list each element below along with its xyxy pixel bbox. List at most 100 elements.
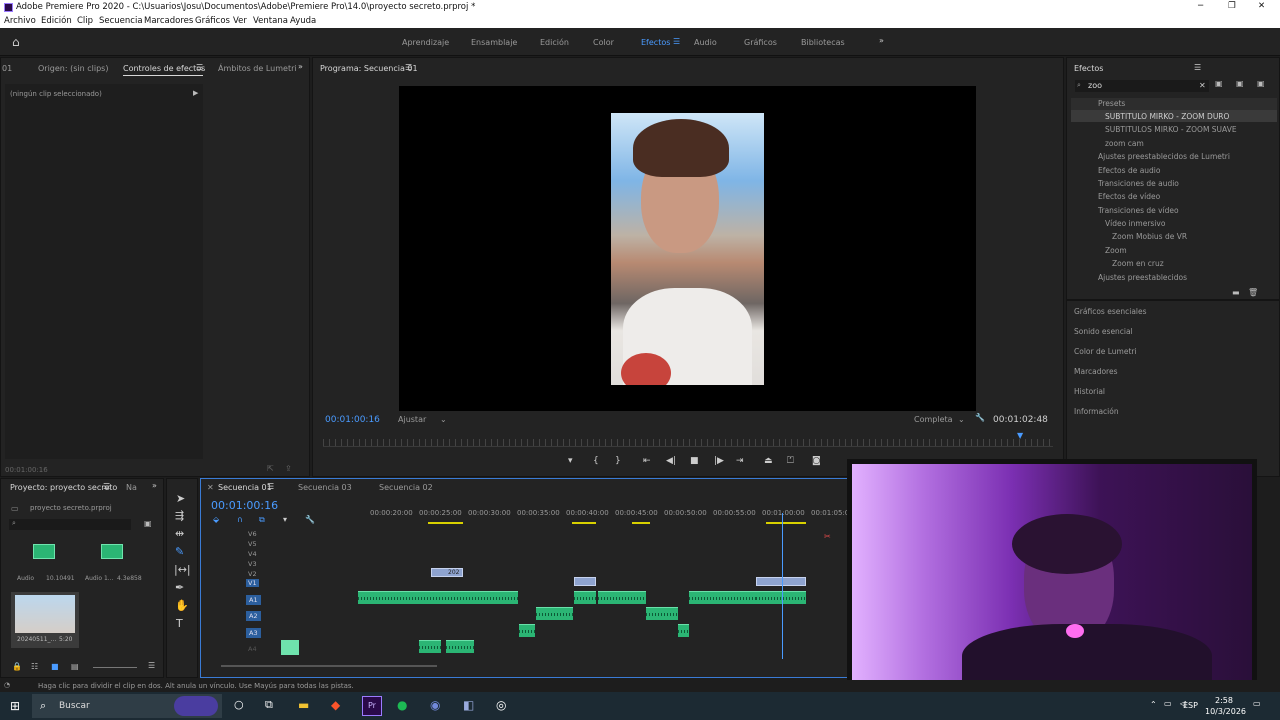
- folder-ajustes-preestablecidos[interactable]: Ajustes preestablecidos: [1098, 273, 1187, 282]
- notifications-icon[interactable]: ▭: [1253, 699, 1261, 708]
- selection-tool-icon[interactable]: ➤: [176, 492, 185, 505]
- track-v4[interactable]: V4: [248, 550, 257, 558]
- video-clip[interactable]: [574, 577, 596, 586]
- video-clip[interactable]: 202: [431, 568, 463, 577]
- trash-icon[interactable]: 🗑: [1248, 288, 1258, 297]
- new-bin-icon[interactable]: ▬: [1232, 288, 1240, 297]
- brave-icon[interactable]: ◆: [331, 698, 340, 712]
- freeform-view-icon[interactable]: ▤: [71, 662, 79, 671]
- fit-dropdown-arrow-icon[interactable]: ⌄: [440, 415, 447, 424]
- track-a3[interactable]: A3: [246, 628, 261, 638]
- effects-menu-icon[interactable]: ☰: [1194, 63, 1201, 72]
- panel-marcadores[interactable]: Marcadores: [1074, 367, 1118, 376]
- tab-01[interactable]: 01: [2, 64, 12, 73]
- camera-icon[interactable]: ◙: [812, 456, 821, 466]
- quality-dropdown-arrow-icon[interactable]: ⌄: [958, 415, 965, 424]
- menu-archivo[interactable]: Archivo: [4, 16, 36, 26]
- audio-clip[interactable]: [678, 624, 689, 637]
- sequence-menu-icon[interactable]: ☰: [267, 482, 274, 491]
- tab-ambitos-lumetri[interactable]: Ámbitos de Lumetri: [218, 64, 297, 73]
- clear-search-icon[interactable]: ✕: [1199, 81, 1206, 90]
- slip-tool-icon[interactable]: |↔|: [174, 563, 191, 576]
- clock-time[interactable]: 2:58: [1215, 696, 1233, 705]
- discord-icon[interactable]: ◉: [430, 698, 440, 712]
- preset-zoom-cam[interactable]: zoom cam: [1105, 139, 1144, 148]
- workspace-graficos[interactable]: Gráficos: [744, 38, 777, 47]
- marker-icon[interactable]: ▾: [568, 456, 573, 466]
- folder-efectos-audio[interactable]: Efectos de audio: [1098, 166, 1160, 175]
- task-view-icon[interactable]: ⧉: [265, 698, 273, 712]
- panel-graficos-esenciales[interactable]: Gráficos esenciales: [1074, 307, 1147, 316]
- effects-search-input[interactable]: zoo: [1088, 81, 1102, 90]
- more-tabs-icon[interactable]: »: [152, 481, 157, 490]
- razor-tool-icon[interactable]: ✎: [175, 545, 184, 558]
- folder-lumetri[interactable]: Ajustes preestablecidos de Lumetri: [1098, 152, 1230, 161]
- tab-secuencia-02[interactable]: Secuencia 02: [379, 483, 433, 492]
- spotify-icon[interactable]: ●: [397, 698, 407, 712]
- wrench-icon[interactable]: 🔧: [975, 413, 985, 422]
- tab-controles-efectos[interactable]: Controles de efectos: [123, 64, 205, 73]
- tray-chevron-icon[interactable]: ⌃: [1150, 700, 1157, 709]
- lift-icon[interactable]: ⏏: [764, 456, 773, 466]
- panel-sonido-esencial[interactable]: Sonido esencial: [1074, 327, 1133, 336]
- folder-transiciones-audio[interactable]: Transiciones de audio: [1098, 179, 1179, 188]
- snap-icon[interactable]: ∩: [237, 515, 243, 524]
- menu-secuencia[interactable]: Secuencia: [99, 16, 143, 26]
- folder-transiciones-video[interactable]: Transiciones de vídeo: [1098, 206, 1179, 215]
- more-workspaces-icon[interactable]: »: [879, 36, 884, 45]
- obs-icon[interactable]: ◎: [496, 698, 506, 712]
- nest-icon[interactable]: ⬙: [213, 515, 219, 524]
- audio-clip[interactable]: [646, 607, 678, 620]
- zoom-slider[interactable]: [93, 667, 137, 668]
- timeline-tracks[interactable]: 202 ✂: [358, 513, 848, 659]
- project-search[interactable]: ⌕: [9, 519, 131, 530]
- panel-menu-icon[interactable]: ☰: [196, 63, 203, 72]
- track-v2[interactable]: V2: [248, 570, 257, 578]
- project-item-video[interactable]: 20240511_... 5:20: [11, 592, 79, 648]
- quality-dropdown[interactable]: Completa: [914, 415, 953, 424]
- stop-icon[interactable]: ■: [690, 456, 699, 466]
- mark-in-icon[interactable]: {: [593, 456, 599, 466]
- workspace-edicion[interactable]: Edición: [540, 38, 569, 47]
- menu-graficos[interactable]: Gráficos: [195, 16, 230, 26]
- menu-ver[interactable]: Ver: [233, 16, 247, 26]
- project-menu-icon[interactable]: ☰: [148, 661, 155, 670]
- workspace-ensamblaje[interactable]: Ensamblaje: [471, 38, 517, 47]
- clock-date[interactable]: 10/3/2026: [1205, 707, 1246, 716]
- menu-ventana[interactable]: Ventana: [253, 16, 288, 26]
- timeline-settings-icon[interactable]: 🔧: [305, 515, 315, 524]
- menu-marcadores[interactable]: Marcadores: [144, 16, 193, 26]
- home-icon[interactable]: ⌂: [12, 35, 20, 49]
- step-forward-icon[interactable]: |▶: [714, 456, 724, 466]
- audio-clip[interactable]: [519, 624, 535, 637]
- accelerated-effects-icon[interactable]: ▣: [1215, 79, 1223, 88]
- goto-out-icon[interactable]: ⇥: [736, 456, 744, 466]
- audio-clip[interactable]: [358, 591, 518, 604]
- track-select-tool-icon[interactable]: ⇶: [175, 509, 184, 522]
- audio-clip[interactable]: [756, 591, 806, 604]
- export-icon[interactable]: ⇪: [285, 464, 292, 473]
- track-v6[interactable]: V6: [248, 530, 257, 538]
- hand-tool-icon[interactable]: ✋: [175, 599, 189, 612]
- expand-arrow-icon[interactable]: ▶: [193, 89, 198, 97]
- program-menu-icon[interactable]: ☰: [405, 63, 412, 72]
- tab-proyecto[interactable]: Proyecto: proyecto secreto: [10, 483, 117, 492]
- linked-selection-icon[interactable]: ⧉: [259, 515, 265, 525]
- program-timecode[interactable]: 00:01:00:16: [325, 415, 380, 425]
- list-view-icon[interactable]: ☷: [31, 662, 38, 671]
- tab-secuencia-01[interactable]: Secuencia 01: [218, 483, 272, 492]
- track-v5[interactable]: V5: [248, 540, 257, 548]
- windows-start-icon[interactable]: ⊞: [10, 699, 20, 713]
- new-bin-icon[interactable]: ▣: [144, 519, 152, 528]
- folder-presets[interactable]: Presets: [1098, 99, 1125, 108]
- file-explorer-icon[interactable]: ▬: [298, 698, 309, 712]
- audio-clip[interactable]: [446, 640, 474, 653]
- effects-search[interactable]: ⌕ zoo: [1075, 80, 1209, 92]
- minimize-icon[interactable]: ─: [1198, 1, 1203, 11]
- add-marker-icon[interactable]: ▾: [283, 515, 287, 524]
- audio-clip[interactable]: [689, 591, 757, 604]
- program-viewport[interactable]: [399, 86, 976, 411]
- ripple-edit-tool-icon[interactable]: ⇹: [175, 527, 184, 540]
- track-v1[interactable]: V1: [246, 579, 259, 587]
- mark-out-icon[interactable]: }: [615, 456, 621, 466]
